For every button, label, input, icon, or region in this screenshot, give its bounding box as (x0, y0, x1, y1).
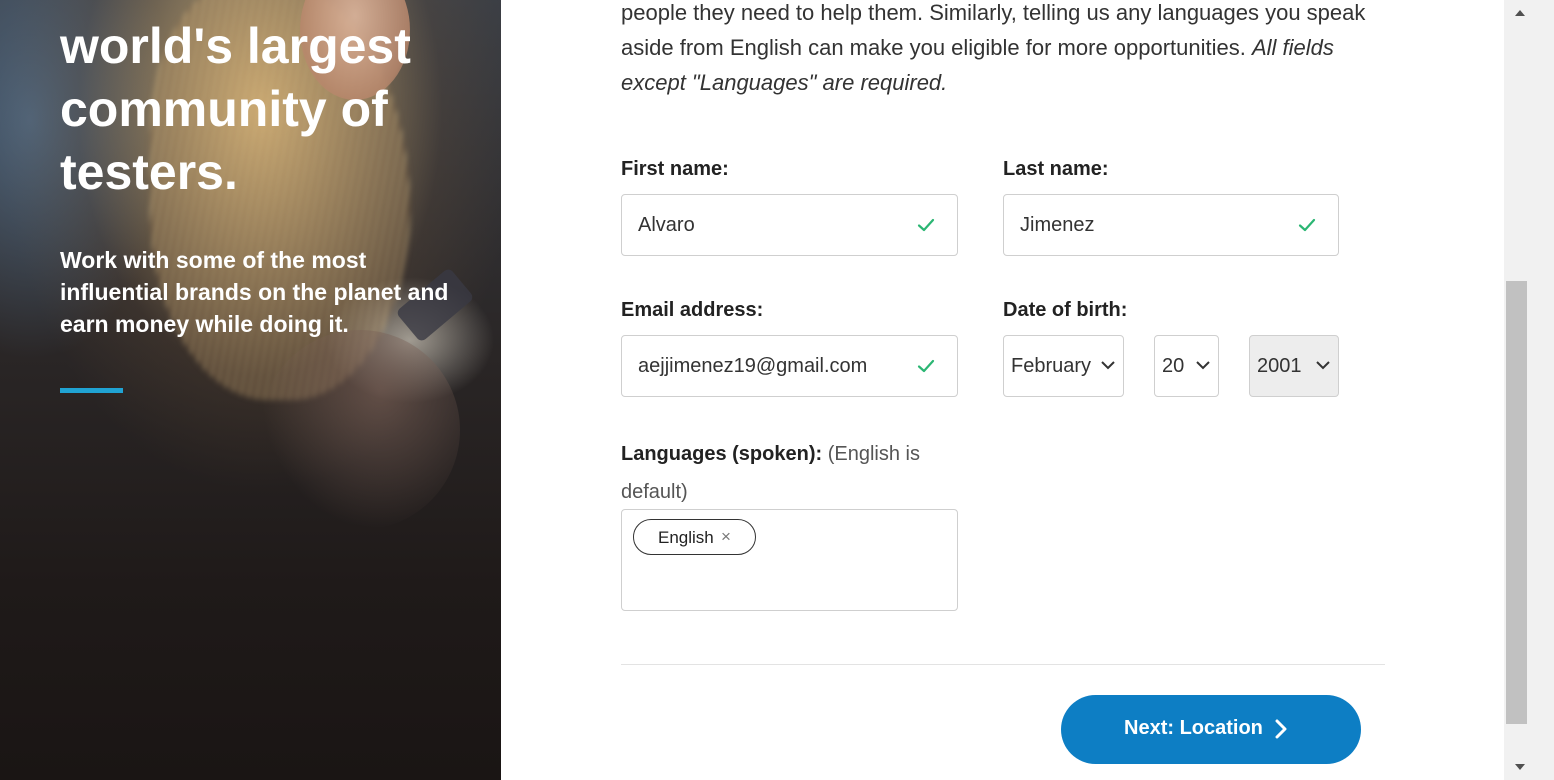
scroll-down-arrow-icon[interactable] (1512, 759, 1528, 775)
chevron-right-icon (1275, 719, 1287, 739)
first-name-field[interactable] (621, 194, 958, 256)
dob-month-select[interactable]: February (1003, 335, 1124, 397)
form-divider (621, 664, 1385, 665)
dob-day-value: 20 (1162, 355, 1185, 377)
hero-photo-hands (260, 330, 460, 530)
next-button-label: Next: Location (1124, 717, 1263, 739)
dob-label: Date of birth: (1003, 299, 1128, 321)
languages-label-block: Languages (spoken): (English is default) (621, 435, 951, 511)
page-scrollbar[interactable] (1504, 0, 1554, 780)
chevron-down-icon (1101, 361, 1115, 370)
last-name-input[interactable] (1020, 195, 1270, 255)
dob-day-select[interactable]: 20 (1154, 335, 1219, 397)
last-name-field[interactable] (1003, 194, 1339, 256)
first-name-input[interactable] (638, 195, 888, 255)
language-tag-label: English (658, 528, 714, 547)
hero-heading: world's largest community of testers. (60, 18, 411, 200)
email-label: Email address: (621, 299, 764, 321)
last-name-label: Last name: (1003, 158, 1109, 180)
language-tag-english: English × (633, 519, 756, 555)
hero-accent-bar (60, 388, 123, 393)
dob-year-value: 2001 (1257, 355, 1302, 377)
hero-panel: world's largest community of testers. Wo… (0, 0, 501, 780)
languages-label: Languages (spoken): (621, 443, 823, 465)
scroll-up-arrow-icon[interactable] (1512, 5, 1528, 21)
hero-subheading: Work with some of the most influential b… (60, 247, 449, 337)
valid-check-icon (917, 218, 935, 232)
scrollbar-thumb[interactable] (1506, 281, 1527, 724)
chevron-down-icon (1196, 361, 1210, 370)
email-input[interactable] (638, 336, 888, 396)
dob-year-select[interactable]: 2001 (1249, 335, 1339, 397)
chevron-down-icon (1316, 361, 1330, 370)
languages-input[interactable]: English × (621, 509, 958, 611)
intro-paragraph: people they need to help them. Similarly… (621, 0, 1401, 100)
next-location-button[interactable]: Next: Location (1061, 695, 1361, 764)
first-name-label: First name: (621, 158, 729, 180)
remove-tag-icon[interactable]: × (721, 527, 731, 547)
valid-check-icon (917, 359, 935, 373)
email-field[interactable] (621, 335, 958, 397)
valid-check-icon (1298, 218, 1316, 232)
dob-month-value: February (1011, 355, 1092, 377)
